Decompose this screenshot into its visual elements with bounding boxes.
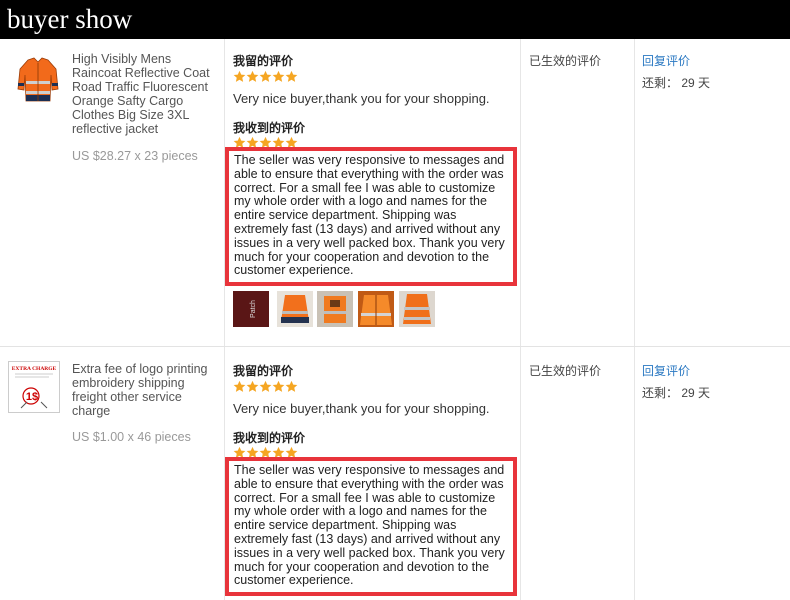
review-photo-1[interactable]: Patch: [233, 291, 269, 327]
remaining-days: 还剩： 29 天: [642, 76, 711, 90]
star-icon: [259, 70, 272, 82]
jacket-icon: [17, 57, 59, 102]
column-divider: [634, 39, 635, 600]
page-title: buyer show: [7, 4, 133, 34]
received-review-text: The seller was very responsive to messag…: [234, 153, 505, 278]
my-review-text: Very nice buyer,thank you for your shopp…: [233, 401, 490, 416]
my-review-label: 我留的评价: [233, 364, 294, 378]
received-review-highlight: The seller was very responsive to messag…: [225, 457, 517, 596]
reply-review-link[interactable]: 回复评价: [642, 52, 690, 69]
received-review-label: 我收到的评价: [233, 121, 306, 135]
thumb-mark: 1$: [26, 391, 38, 403]
thumb-caption: EXTRA CHARGE: [12, 366, 57, 372]
my-review-text: Very nice buyer,thank you for your shopp…: [233, 91, 490, 106]
review-status: 已生效的评价: [529, 364, 602, 378]
my-review-stars: [233, 70, 298, 83]
star-icon: [233, 70, 246, 82]
received-review-text: The seller was very responsive to messag…: [234, 463, 505, 588]
review-photo-5[interactable]: [399, 291, 435, 327]
column-divider: [520, 39, 521, 600]
product-thumbnail-jacket[interactable]: [12, 55, 64, 107]
product-name[interactable]: Extra fee of logo printing embroidery sh…: [72, 362, 217, 418]
row-divider: [0, 346, 790, 347]
review-photo-4[interactable]: [358, 291, 394, 327]
star-icon: [246, 380, 259, 392]
review-photo-2[interactable]: [277, 291, 313, 327]
header-bar: buyer show: [0, 0, 790, 39]
product-price: US $1.00 x 46 pieces: [72, 430, 191, 444]
star-icon: [272, 70, 285, 82]
reply-review-link[interactable]: 回复评价: [642, 362, 690, 379]
received-review-highlight: The seller was very responsive to messag…: [225, 147, 517, 286]
star-icon: [272, 380, 285, 392]
received-review-label: 我收到的评价: [233, 431, 306, 445]
star-icon: [285, 380, 298, 392]
star-icon: [259, 380, 272, 392]
star-icon: [233, 380, 246, 392]
my-review-label: 我留的评价: [233, 54, 294, 68]
review-status: 已生效的评价: [529, 54, 602, 68]
product-thumbnail-extra-charge[interactable]: EXTRA CHARGE 1$: [8, 361, 60, 413]
remaining-days: 还剩： 29 天: [642, 386, 711, 400]
review-photo-3[interactable]: [317, 291, 353, 327]
product-name[interactable]: High Visibly Mens Raincoat Reflective Co…: [72, 52, 217, 136]
star-icon: [246, 70, 259, 82]
svg-text:Patch: Patch: [250, 300, 257, 318]
my-review-stars: [233, 380, 298, 393]
star-icon: [285, 70, 298, 82]
product-price: US $28.27 x 23 pieces: [72, 149, 198, 163]
